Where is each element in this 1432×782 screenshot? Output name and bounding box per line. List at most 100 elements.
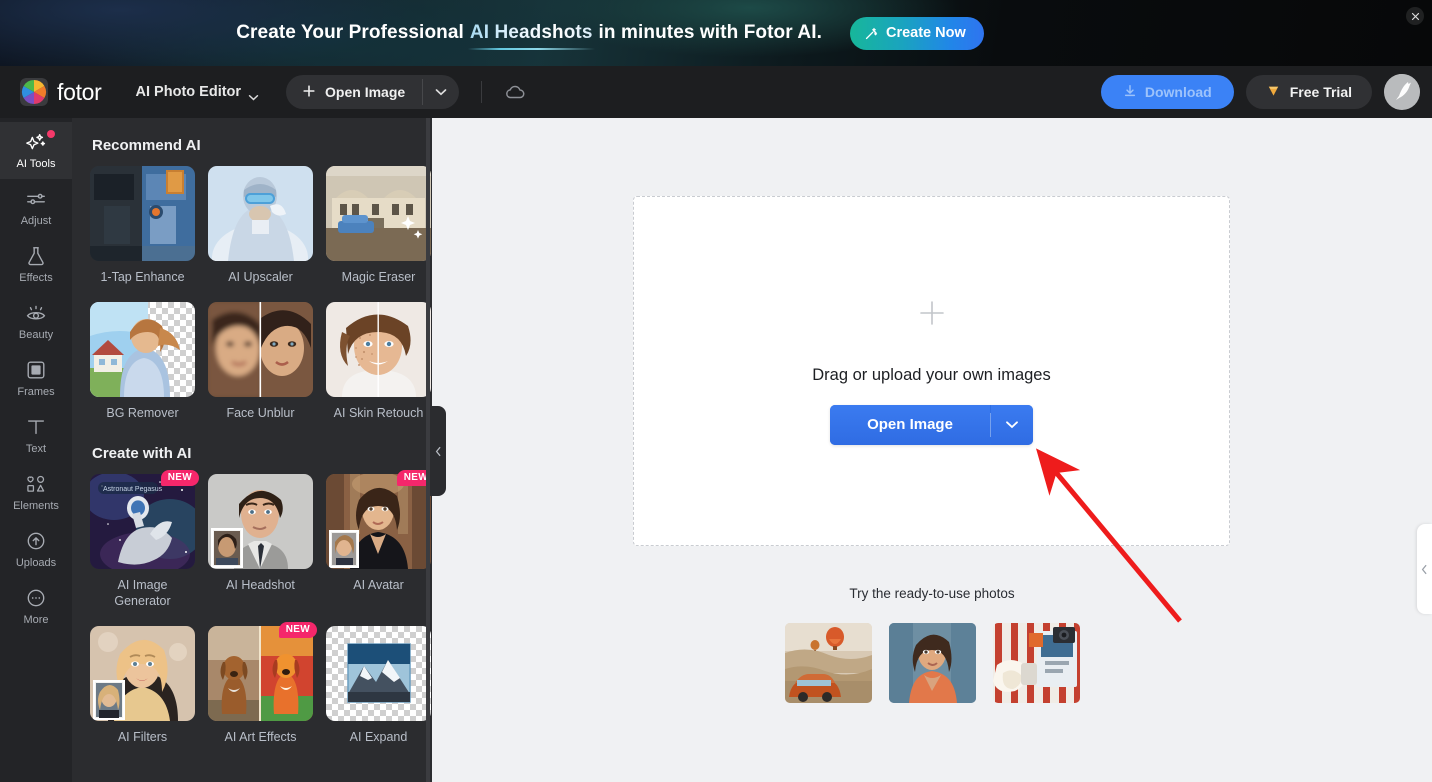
tool-card-ai-skin-retouch[interactable]: AI Skin Retouch	[326, 302, 431, 421]
skier-portrait-thumb	[208, 166, 313, 261]
new-badge: NEW	[278, 622, 317, 638]
tool-card-label: AI Art Effects	[224, 730, 297, 744]
sidebar-item-more[interactable]: More	[0, 578, 72, 635]
tool-grid-create-row-1: Astronaut Pegasus NEW AI Image Generator	[90, 470, 432, 609]
tool-card-label: 1-Tap Enhance	[100, 270, 185, 284]
tool-card-face-unblur[interactable]: Face Unblur	[208, 302, 313, 421]
sidebar-item-elements[interactable]: Elements	[0, 464, 72, 521]
sidebar-item-uploads[interactable]: Uploads	[0, 521, 72, 578]
balloons-and-car-photo[interactable]	[784, 623, 872, 703]
create-now-button[interactable]: Create Now	[849, 16, 984, 50]
sidebar-item-frames[interactable]: Frames	[0, 350, 72, 407]
tool-card-label: AI Image Generator	[114, 578, 171, 608]
tool-card-label: BG Remover	[106, 406, 179, 420]
plus-icon	[302, 84, 316, 101]
fotor-logo[interactable]: fotor	[20, 78, 102, 106]
man-suit-headshot-thumb	[208, 474, 313, 569]
tool-card-label: AI Avatar	[353, 578, 404, 592]
app-switcher-label: AI Photo Editor	[135, 84, 242, 100]
promo-text-highlight: AI Headshots	[464, 22, 599, 50]
ready-photos-title: Try the ready-to-use photos	[849, 586, 1015, 601]
toolbar-right-actions: Download Free Trial	[1100, 74, 1420, 110]
tool-card-bg-remover[interactable]: BG Remover	[90, 302, 195, 421]
tool-card-ai-art-effects[interactable]: NEW AI Art Effects	[208, 622, 317, 745]
striped-flatlay-photo[interactable]	[992, 623, 1080, 703]
open-image-dropdown-toggle[interactable]	[423, 75, 459, 109]
download-icon	[1123, 84, 1137, 101]
close-icon[interactable]	[1406, 7, 1424, 25]
app-switcher[interactable]: AI Photo Editor	[135, 84, 259, 101]
fotor-color-wheel-logo	[20, 78, 48, 106]
panel-collapse-handle[interactable]	[430, 406, 446, 496]
tool-card-label: AI Headshot	[226, 578, 295, 592]
open-image-cta-dropdown[interactable]	[991, 404, 1033, 445]
text-t-icon	[25, 416, 47, 438]
open-image-toolbar-label: Open Image	[325, 84, 406, 100]
tool-card-label: Face Unblur	[226, 406, 295, 420]
promo-banner-text: Create Your Professional AI Headshots in…	[236, 22, 822, 50]
sidebar-item-label: Uploads	[15, 557, 57, 569]
open-image-toolbar-main[interactable]: Open Image	[286, 75, 422, 109]
sliders-icon	[25, 188, 47, 210]
open-image-cta-button[interactable]: Open Image	[830, 404, 1033, 445]
fotor-app-window: Create Your Professional AI Headshots in…	[0, 0, 1432, 782]
tool-card-ai-expand[interactable]: AI Expand	[326, 626, 431, 745]
tool-grid-recommend-row-2: BG Remover Face Unblur AI Skin Retouch	[90, 302, 431, 421]
open-image-toolbar-button[interactable]: Open Image	[286, 75, 460, 109]
mountain-expand-thumb	[326, 626, 431, 721]
sidebar-item-label: More	[23, 614, 49, 626]
woman-portrait-photo[interactable]	[888, 623, 976, 703]
mansion-car-erase-thumb	[326, 166, 431, 261]
sidebar-item-label: Elements	[13, 500, 59, 512]
download-button[interactable]: Download	[1100, 75, 1234, 109]
sidebar-item-label: Frames	[17, 386, 55, 398]
free-trial-button[interactable]: Free Trial	[1245, 75, 1372, 109]
sidebar-item-ai-tools[interactable]: AI Tools	[0, 122, 72, 179]
sidebar-item-effects[interactable]: Effects	[0, 236, 72, 293]
sidebar-item-text[interactable]: Text	[0, 407, 72, 464]
sidebar-item-beauty[interactable]: Beauty	[0, 293, 72, 350]
sidebar-item-label: Text	[25, 443, 47, 455]
promo-banner: Create Your Professional AI Headshots in…	[0, 0, 1432, 66]
image-dropzone[interactable]: Drag or upload your own images Open Imag…	[633, 196, 1230, 546]
dropzone-prompt: Drag or upload your own images	[812, 365, 1051, 384]
tool-card-label: AI Expand	[349, 730, 408, 744]
plus-icon	[917, 298, 947, 328]
tool-card-magic-eraser[interactable]: Magic Eraser	[326, 166, 431, 285]
chevron-down-icon	[1005, 416, 1019, 434]
flask-icon	[25, 245, 47, 267]
right-panel-collapse-handle[interactable]	[1417, 524, 1432, 614]
ai-tools-panel: Recommend AI 1-Tap Enhance AI Upscaler M…	[72, 118, 432, 782]
open-image-cta-label: Open Image	[867, 416, 953, 433]
open-image-cta-main[interactable]: Open Image	[830, 404, 990, 445]
avatar[interactable]	[1384, 74, 1420, 110]
tool-grid-recommend-row-1: 1-Tap Enhance AI Upscaler Magic Eraser	[90, 166, 431, 285]
tool-card-ai-image-generator[interactable]: Astronaut Pegasus NEW AI Image Generator	[90, 470, 199, 609]
city-street-before-after-thumb	[90, 166, 195, 261]
free-trial-label: Free Trial	[1289, 84, 1352, 100]
promo-banner-content: Create Your Professional AI Headshots in…	[0, 0, 1220, 66]
create-now-label: Create Now	[885, 25, 966, 41]
panel-section-title: Create with AI	[92, 445, 192, 462]
astronaut-pegasus-thumb: Astronaut Pegasus	[90, 474, 195, 569]
new-dot-badge	[47, 130, 55, 138]
tool-card-1-tap-enhance[interactable]: 1-Tap Enhance	[90, 166, 195, 285]
cloud-icon[interactable]	[502, 79, 528, 105]
ready-photos-row	[432, 623, 1432, 703]
sparkles-icon	[25, 131, 47, 153]
face-blur-compare-thumb	[208, 302, 313, 397]
tool-card-ai-headshot[interactable]: AI Headshot	[208, 474, 313, 609]
woman-bg-removed-thumb	[90, 302, 195, 397]
fotor-logo-text: fotor	[57, 78, 102, 105]
woman-gown-avatar-thumb	[326, 474, 431, 569]
tool-card-ai-filters[interactable]: AI Filters	[90, 626, 195, 745]
eye-icon	[25, 302, 47, 324]
ellipsis-icon	[25, 587, 47, 609]
tool-grid-create-row-2: AI Filters NEW AI Art Effects AI Expand	[90, 622, 431, 745]
sidebar-item-adjust[interactable]: Adjust	[0, 179, 72, 236]
sidebar-item-label: Adjust	[20, 215, 52, 227]
tool-card-ai-upscaler[interactable]: AI Upscaler	[208, 166, 313, 285]
tool-card-ai-avatar[interactable]: NEW AI Avatar	[326, 470, 432, 609]
upload-cloud-icon	[25, 530, 47, 552]
top-toolbar: fotor AI Photo Editor Open Image Downloa…	[0, 66, 1432, 118]
